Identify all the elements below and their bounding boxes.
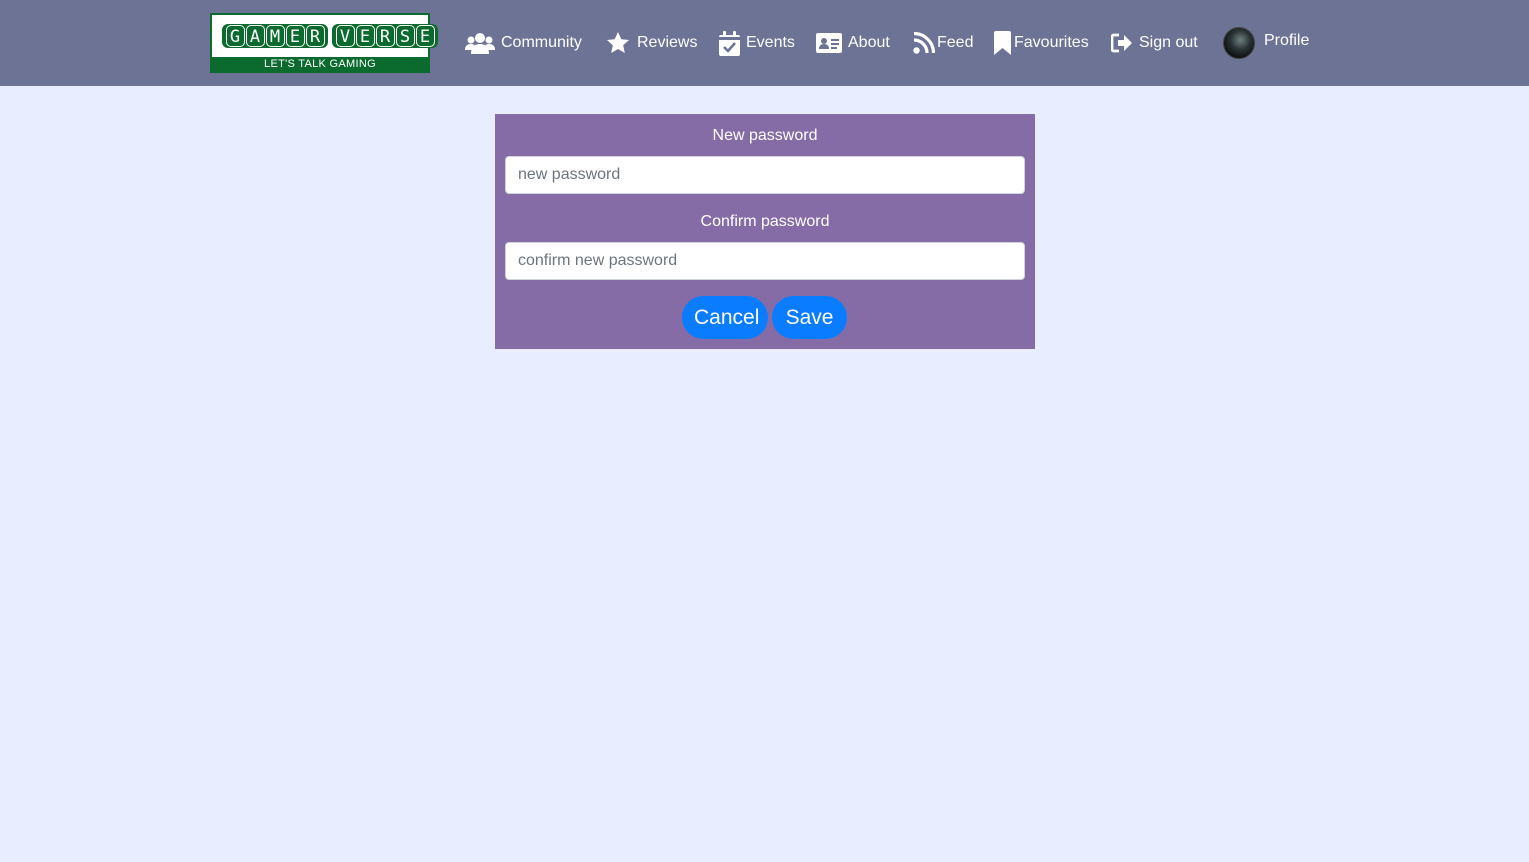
nav-label: Feed — [937, 34, 974, 51]
logo-letter: G — [225, 25, 245, 47]
nav-label: Sign out — [1139, 34, 1198, 51]
new-password-input[interactable] — [505, 156, 1025, 194]
new-password-label: New password — [712, 127, 818, 144]
bookmark-icon — [994, 31, 1011, 55]
logo-letter: R — [375, 25, 395, 47]
logo-wordmark: G A M E R V E R S E — [222, 24, 442, 48]
nav-sign-out[interactable]: Sign out — [1111, 28, 1198, 58]
save-button[interactable]: Save — [772, 296, 847, 339]
change-password-form: New password Confirm password Cancel Sav… — [495, 114, 1035, 349]
nav-label: About — [848, 34, 890, 51]
logo-letter: E — [355, 25, 375, 47]
calendar-check-icon — [719, 30, 740, 56]
confirm-password-input[interactable] — [505, 242, 1025, 280]
nav-label: Events — [746, 34, 795, 51]
confirm-password-label: Confirm password — [700, 213, 830, 230]
logo-word-gamer: G A M E R — [222, 24, 328, 48]
nav-label: Reviews — [637, 34, 698, 51]
gamerverse-logo[interactable]: G A M E R V E R S E LET'S TALK GAMING — [210, 13, 438, 73]
navbar: G A M E R V E R S E LET'S TALK GAMING Co… — [0, 0, 1529, 86]
logo-word-verse: V E R S E — [332, 24, 438, 48]
logo-letter: E — [285, 25, 305, 47]
logo-letter: A — [245, 25, 265, 47]
nav-label: Favourites — [1014, 34, 1089, 51]
logo-letter: E — [415, 25, 435, 47]
star-icon — [605, 31, 631, 55]
nav-label: Community — [501, 34, 582, 51]
nav-community[interactable]: Community — [465, 28, 582, 58]
nav-reviews[interactable]: Reviews — [605, 28, 697, 58]
nav-events[interactable]: Events — [719, 28, 795, 58]
avatar — [1223, 27, 1255, 59]
nav-profile[interactable]: Profile — [1223, 26, 1309, 60]
rss-icon — [913, 32, 935, 54]
logo-letter: V — [335, 25, 355, 47]
logo-letter: S — [395, 25, 415, 47]
nav-label: Profile — [1264, 32, 1310, 49]
logo-letter: M — [265, 25, 285, 47]
id-card-icon — [816, 33, 842, 53]
nav-about[interactable]: About — [816, 28, 890, 58]
nav-favourites[interactable]: Favourites — [994, 28, 1089, 58]
nav-feed[interactable]: Feed — [913, 28, 973, 58]
cancel-button[interactable]: Cancel — [682, 296, 768, 339]
logo-tagline: LET'S TALK GAMING — [212, 57, 428, 71]
sign-out-icon — [1111, 33, 1133, 53]
users-icon — [465, 32, 495, 54]
logo-letter: R — [305, 25, 325, 47]
